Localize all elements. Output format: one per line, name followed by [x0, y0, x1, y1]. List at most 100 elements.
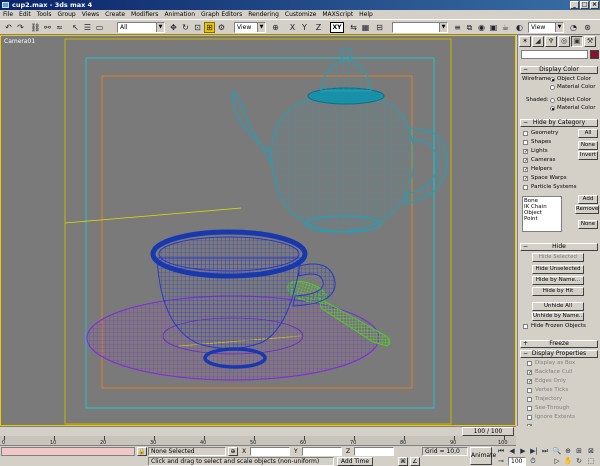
- menu-tools[interactable]: Tools: [37, 11, 52, 18]
- category-list[interactable]: Bone IK Chain Object Point: [522, 196, 562, 232]
- cameras-checkbox[interactable]: ✓: [523, 158, 528, 164]
- zoom-all-icon[interactable]: ⊕: [563, 447, 573, 456]
- menu-modifiers[interactable]: Modifiers: [131, 11, 158, 18]
- pan-icon[interactable]: ✋: [563, 457, 573, 466]
- pivot-center-icon[interactable]: ⊕: [270, 22, 281, 33]
- add-time-tag-button[interactable]: Add Time Tag: [337, 457, 373, 466]
- select-and-rotate-icon[interactable]: ↻: [180, 22, 191, 33]
- tab-display-icon[interactable]: ▣: [571, 36, 583, 47]
- unlink-icon[interactable]: ⚯: [42, 22, 53, 33]
- restrict-z-icon[interactable]: Z: [313, 22, 324, 33]
- close-button[interactable]: ×: [590, 1, 599, 9]
- hide-rollout[interactable]: − Hide: [520, 243, 598, 251]
- ignore-extents-checkbox[interactable]: [527, 415, 532, 420]
- camera-viewport[interactable]: Camera01: [0, 35, 516, 426]
- z-coordinate-field[interactable]: [354, 447, 394, 456]
- animate-button[interactable]: Animate: [470, 447, 496, 465]
- tab-hierarchy-icon[interactable]: ♆: [545, 36, 557, 47]
- select-and-link-icon[interactable]: ⛓: [30, 22, 41, 33]
- select-object-icon[interactable]: ↖: [70, 22, 81, 33]
- go-to-start-icon[interactable]: ⏮: [496, 447, 506, 456]
- menu-views[interactable]: Views: [82, 11, 99, 18]
- orbit-icon[interactable]: ↻: [574, 457, 584, 466]
- remove-button[interactable]: Remove: [575, 205, 599, 214]
- display-as-box-checkbox[interactable]: [527, 361, 532, 366]
- next-frame-icon[interactable]: ▶|: [529, 447, 539, 456]
- see-through-checkbox[interactable]: [527, 406, 532, 411]
- track-view-icon[interactable]: ≡: [452, 22, 463, 33]
- material-editor-icon[interactable]: ◉: [476, 22, 487, 33]
- vertex-ticks-checkbox[interactable]: [527, 388, 532, 393]
- mirror-icon[interactable]: ⇆: [348, 22, 359, 33]
- fov-icon[interactable]: ▷: [552, 457, 562, 466]
- maximize-button[interactable]: □: [580, 1, 589, 9]
- ref-coord-select[interactable]: View ▼: [234, 22, 266, 33]
- go-to-end-icon[interactable]: ⏭: [540, 447, 550, 456]
- previous-frame-icon[interactable]: ◀: [507, 447, 517, 456]
- trajectory-checkbox[interactable]: [527, 397, 532, 402]
- maximize-viewport-icon[interactable]: ⬚: [586, 457, 596, 466]
- render-scene-icon[interactable]: ▣: [488, 22, 499, 33]
- tab-modify-icon[interactable]: ◢: [532, 36, 544, 47]
- key-mode-icon[interactable]: ⊸: [496, 457, 506, 466]
- shaded-material-color-radio[interactable]: [550, 106, 555, 111]
- angle-snap-icon[interactable]: ∠: [410, 457, 420, 466]
- region-select-icon[interactable]: ▭: [94, 22, 105, 33]
- wireframe-material-color-radio[interactable]: [550, 85, 555, 90]
- minimize-button[interactable]: _: [570, 1, 579, 9]
- none-button[interactable]: None: [578, 141, 598, 150]
- restrict-xy-button[interactable]: XY: [330, 22, 344, 33]
- unhide-all-button[interactable]: Unhide All: [532, 302, 584, 311]
- teapot-render-icon[interactable]: ⊛: [582, 22, 593, 33]
- menu-graph-editors[interactable]: Graph Editors: [201, 11, 242, 18]
- geometry-checkbox[interactable]: [523, 131, 528, 136]
- zoom-extents-all-icon[interactable]: ⊠: [586, 447, 596, 456]
- menu-maxscript[interactable]: MAXScript: [322, 11, 353, 18]
- x-coordinate-field[interactable]: [250, 447, 290, 456]
- lock-selection-icon[interactable]: 🔒: [137, 447, 147, 456]
- select-and-scale-icon[interactable]: ⊞: [204, 22, 215, 33]
- y-coordinate-field[interactable]: [302, 447, 342, 456]
- select-by-name-icon[interactable]: ☰: [82, 22, 93, 33]
- track-bar[interactable]: 0 10 20 30 40 50 60 70 80 90 100: [0, 436, 516, 446]
- restrict-x-icon[interactable]: X: [287, 22, 298, 33]
- tab-create-icon[interactable]: ✶: [519, 36, 531, 47]
- selection-filter-select[interactable]: All ▼: [117, 22, 165, 33]
- maxscript-listener-mini[interactable]: [1, 447, 135, 456]
- wireframe-object-color-radio[interactable]: [550, 77, 555, 82]
- all-button[interactable]: All: [578, 129, 598, 138]
- menu-file[interactable]: File: [3, 11, 13, 18]
- undo-icon[interactable]: ↶: [3, 22, 14, 33]
- shaded-object-color-radio[interactable]: [550, 98, 555, 103]
- hide-by-name-button[interactable]: Hide by Name...: [532, 276, 584, 285]
- backface-cull-checkbox[interactable]: ✓: [527, 370, 532, 376]
- hide-selected-button[interactable]: Hide Selected: [532, 253, 584, 262]
- list-item[interactable]: IK Chain Object: [524, 204, 560, 216]
- particle-systems-checkbox[interactable]: [523, 185, 528, 190]
- play-icon[interactable]: ▶: [518, 447, 528, 456]
- time-config-icon[interactable]: ⏱: [528, 457, 538, 466]
- invert-button[interactable]: Invert: [578, 151, 598, 160]
- zoom-extents-icon[interactable]: ⊞: [574, 447, 584, 456]
- select-manipulate-icon[interactable]: ⚙: [216, 22, 227, 33]
- zoom-icon[interactable]: 🔍: [552, 447, 562, 456]
- list-item[interactable]: Point: [524, 216, 560, 222]
- bind-space-warp-icon[interactable]: ≈: [54, 22, 65, 33]
- render-last-icon[interactable]: ◐: [514, 22, 525, 33]
- tab-motion-icon[interactable]: ◎: [558, 36, 570, 47]
- menu-customize[interactable]: Customize: [285, 11, 317, 18]
- named-selection-select[interactable]: ▼: [392, 22, 448, 33]
- object-color-swatch[interactable]: [590, 50, 599, 59]
- space-warps-checkbox[interactable]: ✓: [523, 176, 528, 182]
- menu-rendering[interactable]: Rendering: [248, 11, 279, 18]
- time-slider[interactable]: 100 / 100: [462, 427, 514, 436]
- render-view-select[interactable]: View ▼: [528, 22, 564, 33]
- add-button[interactable]: Add: [578, 195, 598, 204]
- snaps-toggle-icon[interactable]: ⌘: [398, 457, 408, 466]
- menu-group[interactable]: Group: [57, 11, 75, 18]
- absolute-mode-icon[interactable]: ⊕: [228, 447, 238, 456]
- select-and-uniform-scale-icon[interactable]: ⊡: [192, 22, 203, 33]
- menu-help[interactable]: Help: [359, 11, 373, 18]
- lights-checkbox[interactable]: ✓: [523, 149, 528, 155]
- hide-by-category-rollout[interactable]: − Hide by Category: [520, 119, 598, 127]
